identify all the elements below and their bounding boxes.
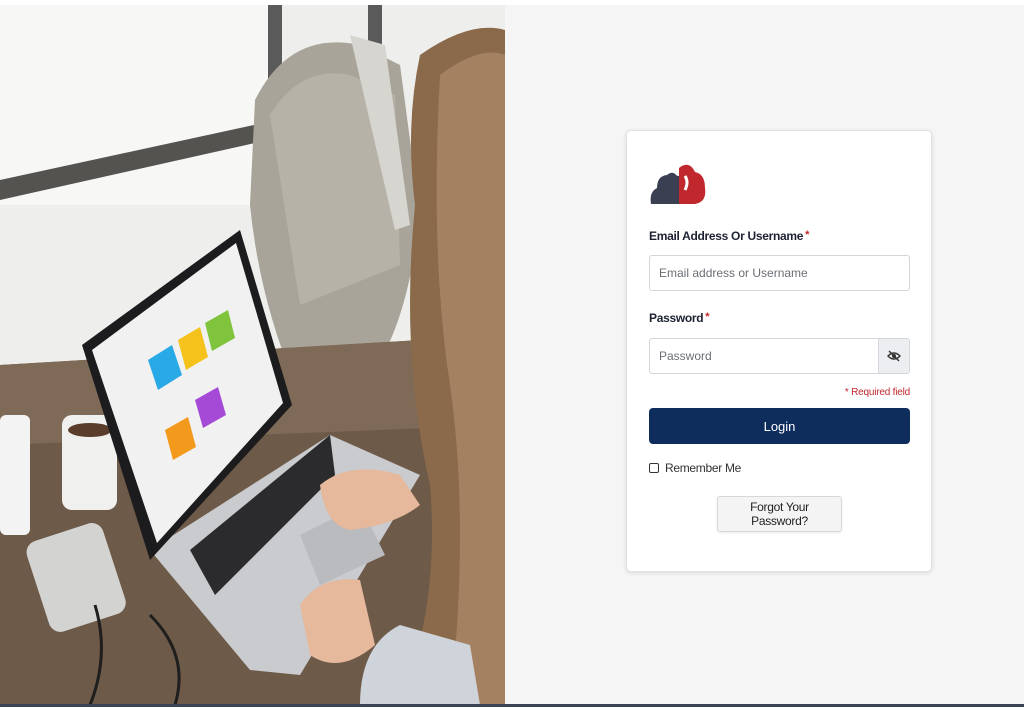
password-input[interactable]: [649, 338, 879, 374]
login-card: Email Address Or Username* Password* * R…: [626, 130, 932, 572]
password-required-mark: *: [705, 311, 710, 323]
hero-photo-illustration: [0, 5, 505, 705]
remember-me-checkbox[interactable]: [649, 463, 659, 473]
remember-me-option[interactable]: Remember Me: [649, 461, 741, 475]
required-field-note: * Required field: [844, 387, 910, 398]
hero-photo: [0, 5, 505, 705]
password-label-text: Password: [649, 311, 704, 325]
eye-slash-icon: [887, 350, 901, 362]
bottom-divider: [0, 704, 1024, 707]
email-required-mark: *: [805, 229, 810, 241]
email-label: Email Address Or Username *: [649, 229, 809, 243]
email-label-text: Email Address Or Username: [649, 229, 804, 243]
company-cloud-logo: [649, 162, 707, 211]
toggle-password-visibility-button[interactable]: [878, 338, 910, 374]
password-field-group: [649, 338, 910, 374]
forgot-password-button[interactable]: Forgot Your Password?: [717, 496, 842, 532]
logo-mark-icon: [650, 164, 706, 204]
password-label: Password *: [649, 311, 710, 325]
login-button[interactable]: Login: [649, 408, 910, 444]
remember-me-label: Remember Me: [665, 461, 742, 475]
email-input[interactable]: [649, 255, 910, 291]
